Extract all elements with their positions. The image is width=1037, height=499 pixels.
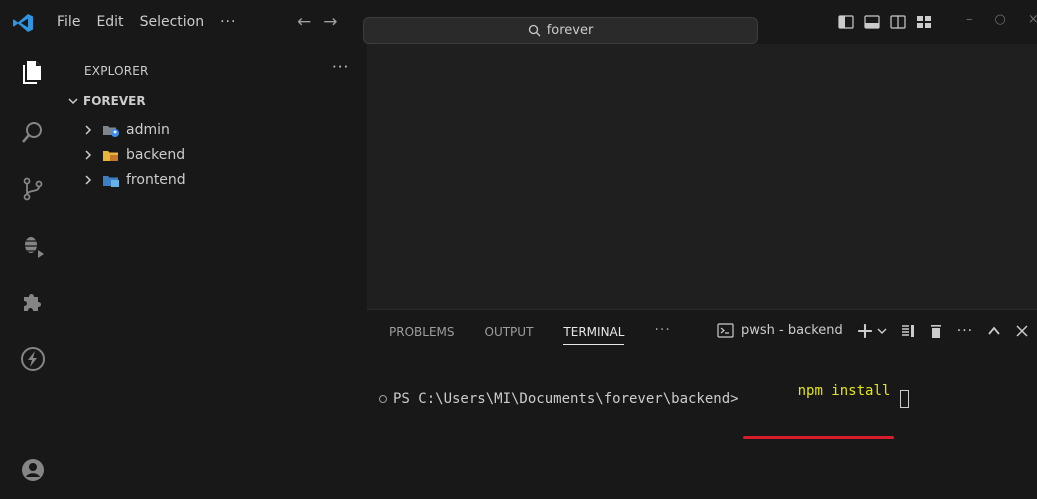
search-icon[interactable] — [20, 120, 46, 146]
terminal-output[interactable]: PS C:\Users\MI\Documents\forever\backend… — [379, 367, 910, 439]
maximize-panel-icon[interactable] — [987, 324, 1001, 338]
extensions-icon[interactable] — [20, 289, 46, 315]
navigation-arrows: ← → — [297, 12, 338, 32]
terminal-prompt: PS C:\Users\MI\Documents\forever\backend… — [393, 391, 739, 407]
terminal-name[interactable]: pwsh - backend — [741, 323, 843, 338]
trash-icon[interactable] — [929, 324, 943, 338]
menu-file[interactable]: File — [57, 14, 80, 30]
tree-item-label: frontend — [126, 172, 186, 188]
tree-item-label: backend — [126, 147, 186, 163]
search-icon — [528, 24, 541, 37]
back-arrow-icon[interactable]: ← — [297, 12, 311, 32]
explorer-header: EXPLORER — [84, 64, 149, 78]
tree-item-backend[interactable]: backend — [84, 145, 185, 165]
explorer-icon[interactable] — [20, 58, 46, 84]
terminal-more-button[interactable]: ··· — [957, 323, 973, 339]
tree-item-frontend[interactable]: frontend — [84, 170, 186, 190]
terminal-toolbar: pwsh - backend ··· — [717, 322, 1029, 339]
close-panel-icon[interactable] — [1015, 324, 1029, 338]
forward-arrow-icon[interactable]: → — [323, 12, 337, 32]
vscode-logo-icon[interactable] — [12, 13, 34, 33]
toggle-panel-icon[interactable] — [864, 14, 880, 30]
workspace-root-label: FOREVER — [83, 94, 146, 108]
explorer-more-button[interactable]: ··· — [332, 58, 349, 76]
restore-button[interactable]: ○ — [995, 12, 1006, 27]
menu-selection[interactable]: Selection — [140, 14, 205, 30]
tree-item-label: admin — [126, 122, 170, 138]
panel-tabs: PROBLEMS OUTPUT TERMINAL ··· — [389, 322, 671, 345]
run-debug-icon[interactable] — [20, 232, 46, 258]
admin-folder-icon — [103, 125, 119, 137]
tab-problems[interactable]: PROBLEMS — [389, 325, 455, 345]
editor-area[interactable] — [367, 44, 1037, 309]
chevron-right-icon — [85, 175, 92, 185]
frontend-folder-icon — [103, 175, 119, 187]
folder-icon — [103, 150, 118, 161]
source-control-icon[interactable] — [20, 176, 46, 202]
menu-edit[interactable]: Edit — [96, 14, 123, 30]
title-bar: File Edit Selection ··· ← → forever – ○ … — [0, 0, 1037, 44]
toggle-primary-sidebar-icon[interactable] — [838, 14, 854, 30]
panel-tabs-more-button[interactable]: ··· — [654, 322, 670, 345]
menu-bar: File Edit Selection ··· — [57, 0, 252, 44]
command-highlight-underline — [743, 436, 895, 439]
activity-bar — [0, 44, 62, 499]
split-terminal-icon[interactable] — [901, 324, 915, 338]
explorer-sidebar: EXPLORER ··· FOREVER admin backend front… — [62, 44, 367, 499]
workspace-root-folder[interactable]: FOREVER — [68, 94, 146, 108]
search-text: forever — [546, 23, 594, 38]
tab-terminal[interactable]: TERMINAL — [563, 325, 625, 345]
toggle-secondary-sidebar-icon[interactable] — [890, 14, 906, 30]
terminal-command: npm install — [743, 367, 895, 439]
chevron-down-icon — [68, 98, 78, 105]
terminal-icon — [717, 323, 734, 338]
layout-controls — [838, 14, 932, 30]
window-controls: – ○ × — [966, 12, 1037, 27]
chevron-right-icon — [85, 125, 92, 135]
terminal-panel: PROBLEMS OUTPUT TERMINAL ··· pwsh - back… — [367, 309, 1037, 499]
customize-layout-icon[interactable] — [916, 14, 932, 30]
chevron-right-icon — [85, 150, 92, 160]
menu-more-button[interactable]: ··· — [220, 14, 236, 30]
account-icon[interactable] — [20, 457, 46, 483]
chevron-down-icon[interactable] — [877, 326, 887, 336]
minimize-button[interactable]: – — [966, 12, 973, 27]
tree-item-admin[interactable]: admin — [84, 120, 170, 140]
command-status-icon — [379, 395, 387, 403]
command-center-search[interactable]: forever — [363, 17, 758, 44]
close-button[interactable]: × — [1028, 12, 1037, 27]
terminal-cursor — [900, 390, 910, 408]
thunder-client-icon[interactable] — [20, 346, 46, 372]
tab-output[interactable]: OUTPUT — [485, 325, 534, 345]
new-terminal-icon[interactable] — [857, 323, 873, 339]
terminal-command-text: npm install — [797, 383, 891, 399]
